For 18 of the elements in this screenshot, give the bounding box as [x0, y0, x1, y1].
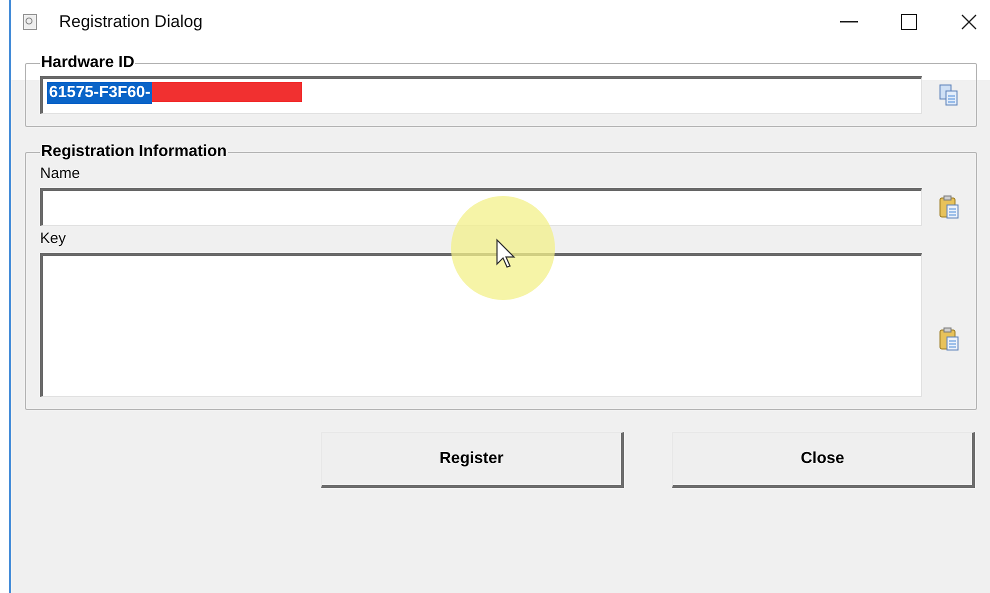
paste-icon[interactable] [938, 326, 960, 352]
hardware-id-value: 61575-F3F60- [47, 82, 152, 104]
paste-icon[interactable] [938, 194, 960, 220]
key-field[interactable] [40, 253, 922, 397]
copy-icon[interactable] [938, 82, 960, 108]
maximize-icon[interactable] [901, 14, 917, 30]
app-icon [23, 14, 37, 30]
register-button[interactable]: Register [321, 432, 624, 488]
close-icon[interactable] [961, 14, 977, 30]
hardware-id-field[interactable]: 61575-F3F60- [40, 76, 922, 114]
close-button[interactable]: Close [672, 432, 975, 488]
field-label: Name [40, 165, 82, 182]
group-title: Registration Information [40, 143, 228, 161]
name-field[interactable] [40, 188, 922, 226]
group-title: Hardware ID [40, 54, 136, 72]
minimize-icon[interactable] [840, 21, 858, 23]
window-title: Registration Dialog [59, 12, 204, 32]
field-label: Key [40, 230, 67, 247]
